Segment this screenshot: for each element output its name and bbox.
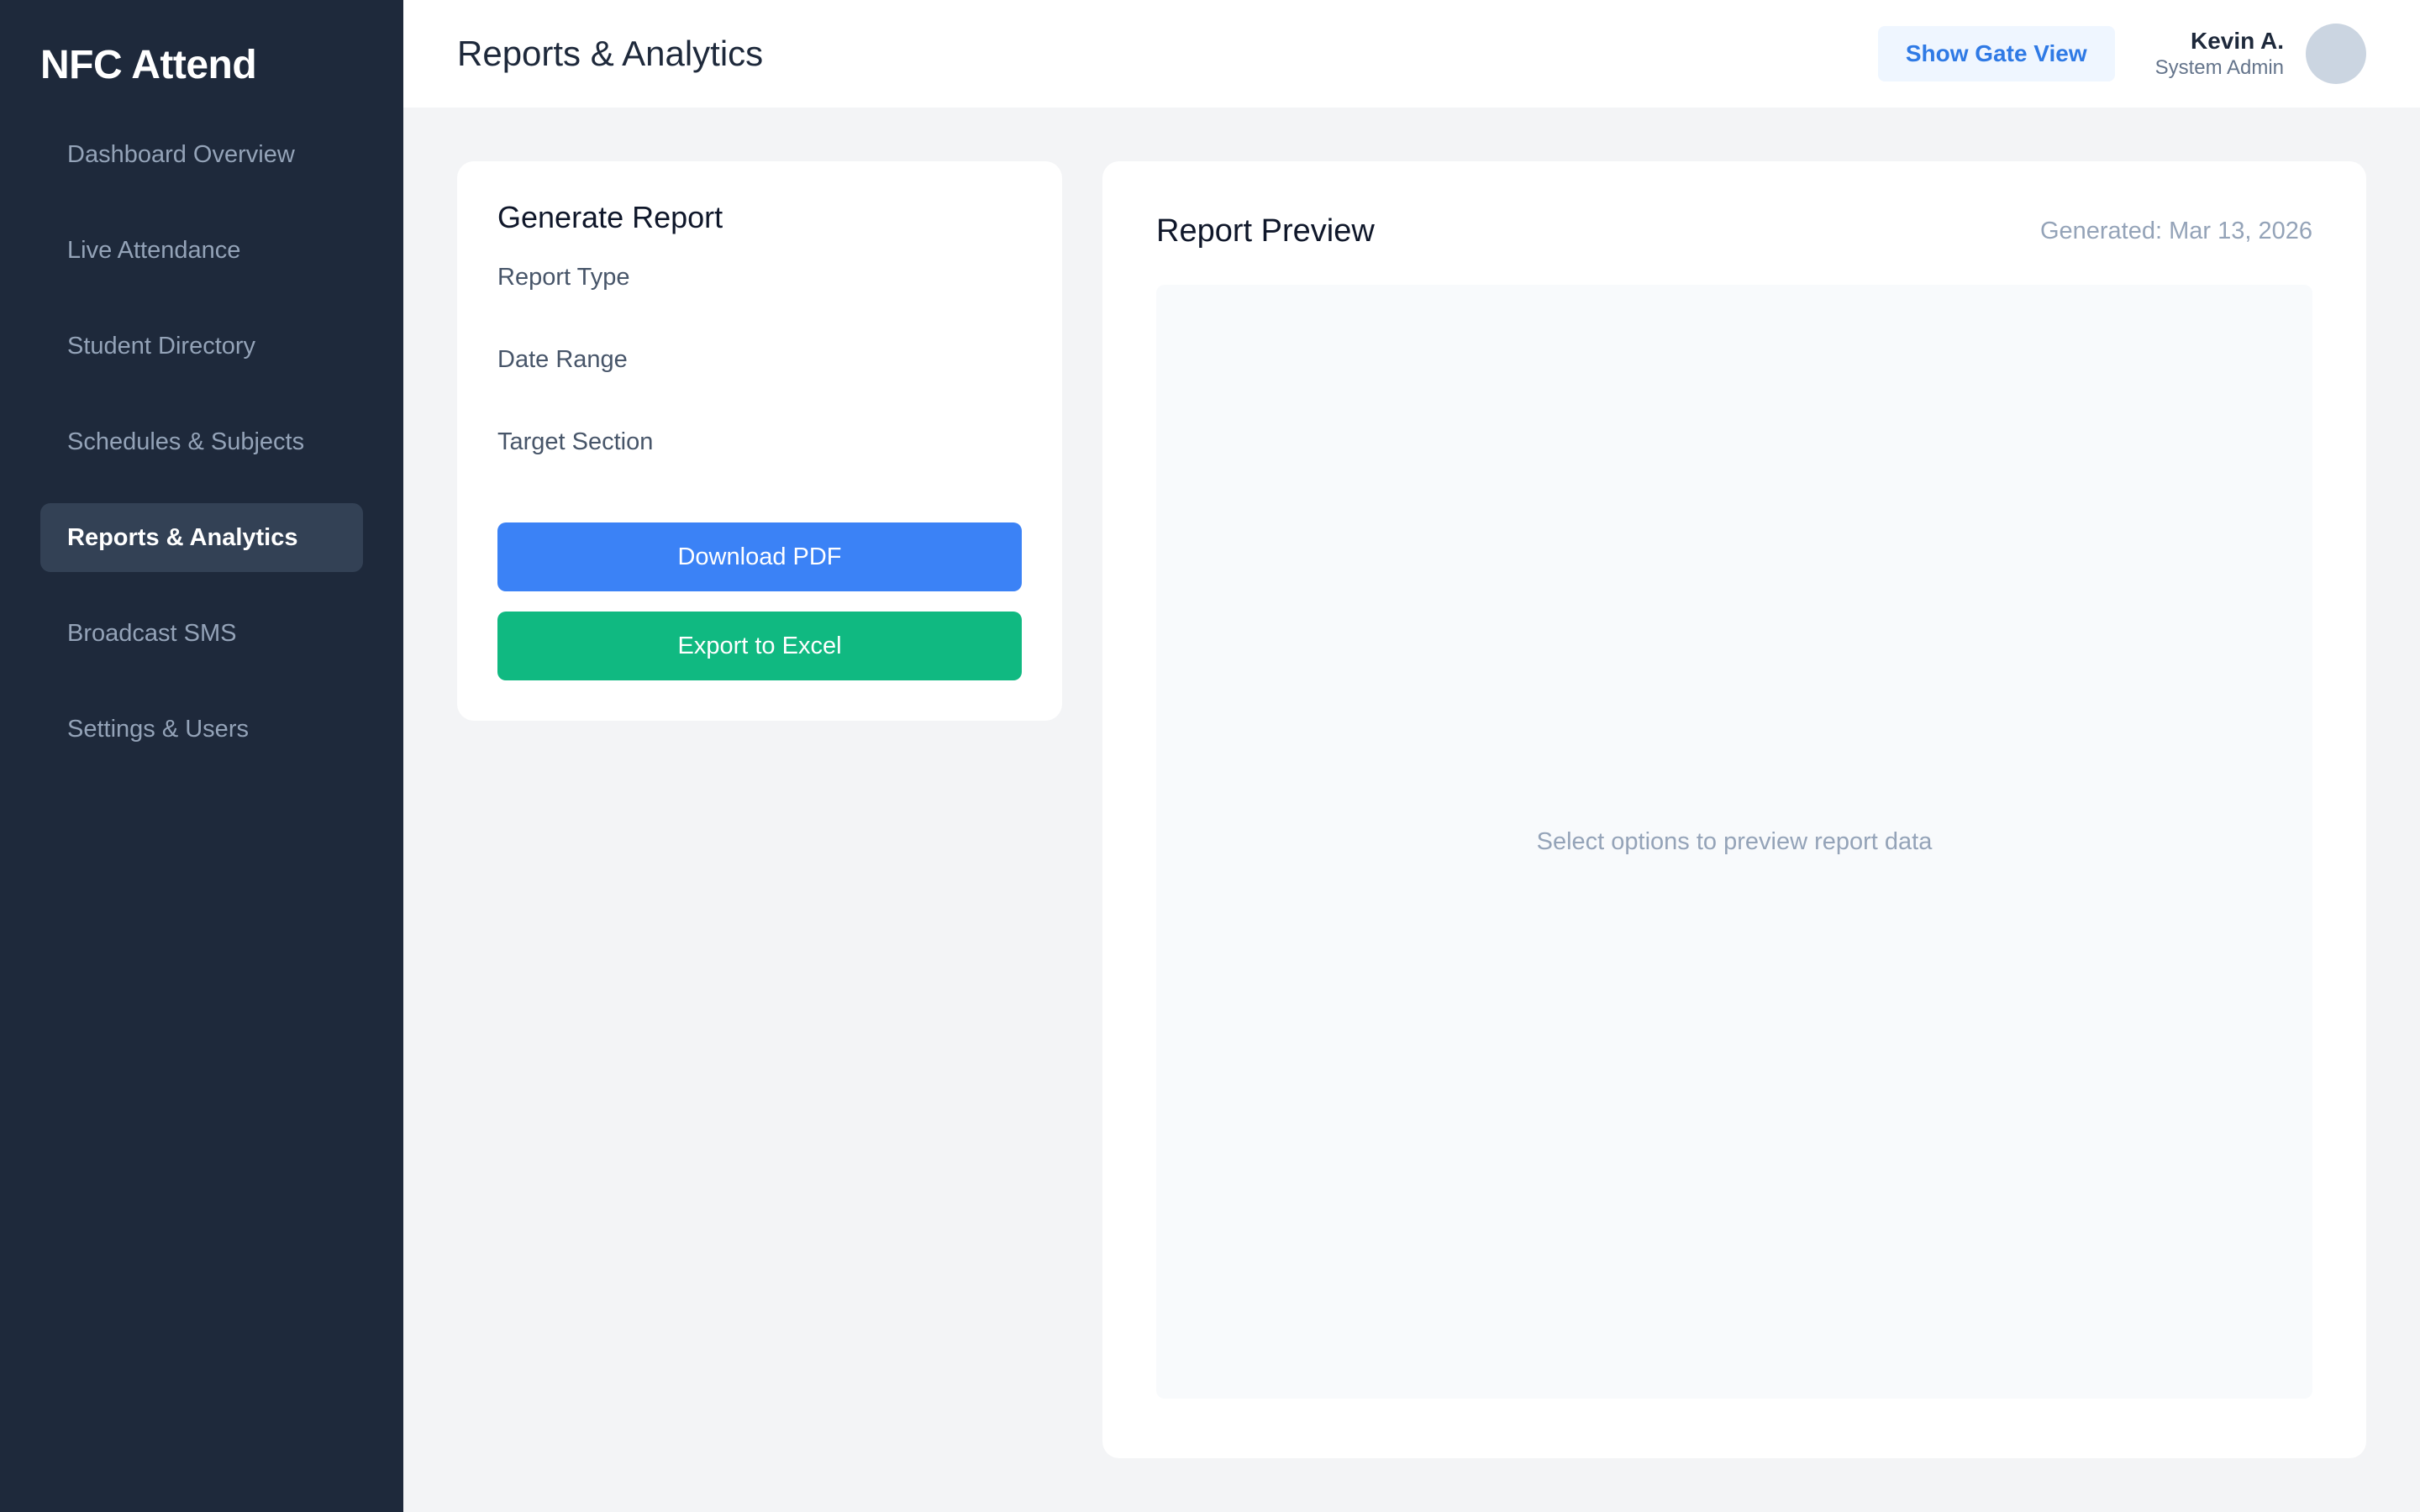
sidebar: NFC Attend Dashboard Overview Live Atten…	[0, 0, 403, 1512]
preview-empty-text: Select options to preview report data	[1536, 827, 1933, 855]
sidebar-item-student-directory[interactable]: Student Directory	[40, 312, 363, 381]
content-area: Generate Report Report Type Date Range T…	[403, 108, 2420, 1512]
show-gate-view-button[interactable]: Show Gate View	[1877, 26, 2115, 81]
top-bar: Reports & Analytics Show Gate View Kevin…	[403, 0, 2420, 108]
user-role: System Admin	[2154, 56, 2284, 79]
sidebar-item-broadcast-sms[interactable]: Broadcast SMS	[40, 599, 363, 668]
report-type-label: Report Type	[497, 264, 630, 291]
page-title: Reports & Analytics	[457, 34, 764, 73]
sidebar-nav: Dashboard Overview Live Attendance Stude…	[40, 120, 363, 764]
app-root: NFC Attend Dashboard Overview Live Atten…	[0, 0, 2420, 1512]
avatar[interactable]	[2306, 24, 2366, 84]
generate-report-title: Generate Report	[497, 200, 723, 234]
generated-date: Generated: Mar 13, 2026	[2039, 218, 2312, 244]
preview-placeholder: Select options to preview report data	[1156, 285, 2312, 1399]
download-pdf-button[interactable]: Download PDF	[497, 522, 1022, 591]
generate-report-card: Generate Report Report Type Date Range T…	[457, 161, 1062, 721]
user-info: Kevin A. System Admin	[2155, 28, 2284, 80]
preview-header: Report Preview Generated: Mar 13, 2026	[1156, 213, 2312, 249]
brand-logo-text: NFC Attend	[40, 43, 257, 87]
date-range-label: Date Range	[497, 346, 628, 373]
sidebar-item-settings-users[interactable]: Settings & Users	[40, 695, 363, 764]
sidebar-item-live-attendance[interactable]: Live Attendance	[40, 216, 363, 285]
target-section-label: Target Section	[497, 428, 654, 455]
report-preview-title: Report Preview	[1156, 213, 1375, 249]
main-area: Reports & Analytics Show Gate View Kevin…	[403, 0, 2420, 1512]
export-excel-button[interactable]: Export to Excel	[497, 612, 1022, 680]
user-name: Kevin A.	[2191, 28, 2284, 54]
user-menu[interactable]: Kevin A. System Admin	[2155, 24, 2366, 84]
report-preview-card: Report Preview Generated: Mar 13, 2026 S…	[1102, 161, 2366, 1458]
sidebar-item-schedules-subjects[interactable]: Schedules & Subjects	[40, 407, 363, 476]
sidebar-item-dashboard-overview[interactable]: Dashboard Overview	[40, 120, 363, 189]
sidebar-item-reports-analytics[interactable]: Reports & Analytics	[40, 503, 363, 572]
